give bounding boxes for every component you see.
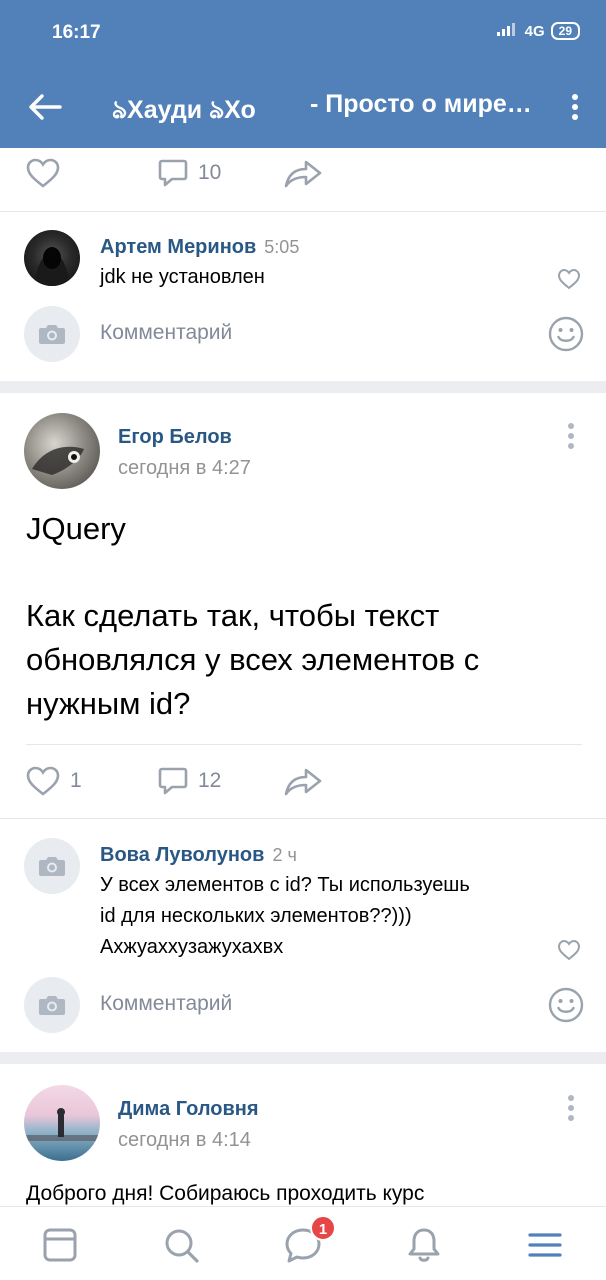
post-time: сегодня в 4:14	[118, 1129, 251, 1151]
back-arrow-icon[interactable]	[28, 93, 62, 121]
post-text-line: обновлялся у всех элементов с	[26, 642, 480, 677]
post-text-line: нужным id?	[26, 686, 191, 721]
comment-input[interactable]: Комментарий	[100, 321, 232, 345]
post-time: сегодня в 4:27	[118, 457, 251, 479]
comment-like-icon[interactable]	[557, 268, 581, 290]
avatar[interactable]	[24, 413, 100, 489]
status-time: 16:17	[52, 22, 101, 43]
status-indicators: 4G 29	[496, 22, 580, 40]
smile-icon[interactable]	[548, 987, 584, 1023]
comments-count: 10	[198, 161, 222, 184]
avatar[interactable]	[24, 230, 80, 286]
app-header: 16:17 4G 29 ঌХауди ঌХо - Просто о мире…	[0, 0, 606, 148]
comment-time: 2 ч	[272, 845, 297, 865]
post-separator	[0, 1052, 606, 1064]
messages-badge: 1	[310, 1215, 336, 1241]
camera-icon	[39, 996, 65, 1015]
news-feed-icon[interactable]	[40, 1225, 80, 1265]
post-author[interactable]: Дима Головня	[118, 1098, 259, 1121]
divider	[0, 818, 606, 819]
comment-icon	[158, 767, 188, 795]
like-button[interactable]: 1	[26, 766, 82, 796]
comment-like-icon[interactable]	[557, 939, 581, 961]
comment-author[interactable]: Артем Меринов 5:05	[100, 236, 299, 259]
comment-text-line: У всех элементов с id? Ты используешь	[100, 874, 470, 896]
post-text-line: Доброго дня! Собираюсь проходить курс	[26, 1182, 425, 1205]
avatar[interactable]	[24, 1085, 100, 1161]
page-title: ঌХауди ঌХо	[112, 96, 256, 124]
divider	[26, 744, 582, 745]
post-text-line: JQuery	[26, 511, 126, 546]
attach-photo-button[interactable]	[24, 977, 80, 1033]
comment-button[interactable]: 10	[158, 158, 221, 188]
heart-icon	[26, 158, 60, 188]
more-vertical-icon[interactable]	[570, 93, 580, 121]
share-button[interactable]	[284, 160, 322, 188]
post-separator	[0, 381, 606, 393]
comment-input[interactable]: Комментарий	[100, 992, 232, 1016]
toolbar: ঌХауди ঌХо - Просто о мире…	[0, 84, 606, 130]
comment-icon	[158, 159, 188, 187]
comment-author[interactable]: Вова Луволунов 2 ч	[100, 844, 297, 867]
page-title-suffix: - Просто о мире…	[310, 90, 532, 118]
comment-text-line: id для нескольких элементов??)))	[100, 905, 412, 927]
comments-count: 12	[198, 769, 222, 792]
comment-text: jdk не установлен	[100, 266, 265, 288]
battery-icon: 29	[550, 22, 580, 40]
bottom-navigation: 1	[0, 1206, 606, 1280]
post-actions: 1 12	[0, 752, 606, 812]
previous-post-actions: 10	[0, 146, 606, 206]
comment-time: 5:05	[264, 237, 300, 257]
attach-photo-button[interactable]	[24, 306, 80, 362]
camera-icon	[39, 857, 65, 876]
camera-icon	[39, 325, 65, 344]
avatar[interactable]	[24, 838, 80, 894]
divider	[0, 211, 606, 212]
share-icon	[284, 160, 322, 188]
comment-text-line: Ахжуаххузажухахвх	[100, 936, 284, 958]
like-button[interactable]	[26, 158, 60, 188]
post-menu-icon[interactable]	[567, 422, 575, 450]
post-menu-icon[interactable]	[567, 1094, 575, 1122]
heart-icon	[26, 766, 60, 796]
post-author[interactable]: Егор Белов	[118, 426, 232, 449]
likes-count: 1	[70, 769, 82, 792]
menu-hamburger-icon[interactable]	[525, 1225, 565, 1265]
comment-button[interactable]: 12	[158, 766, 221, 796]
smile-icon[interactable]	[548, 316, 584, 352]
search-icon[interactable]	[161, 1225, 201, 1265]
share-button[interactable]	[284, 768, 322, 796]
signal-icon	[496, 22, 519, 40]
post-text-line: Как сделать так, чтобы текст	[26, 598, 440, 633]
network-label: 4G	[524, 22, 545, 40]
share-icon	[284, 768, 322, 796]
notifications-bell-icon[interactable]	[404, 1225, 444, 1265]
